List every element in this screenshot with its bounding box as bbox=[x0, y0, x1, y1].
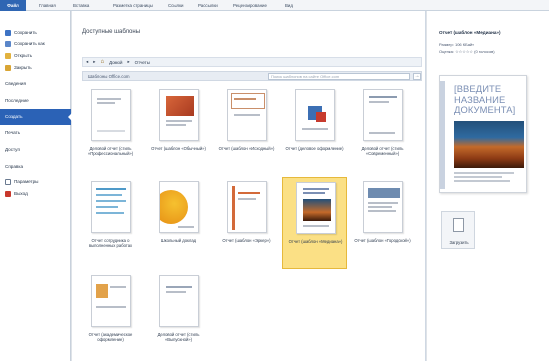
nav-label: Сохранить как bbox=[14, 41, 45, 46]
template-tile[interactable]: Деловой отчет (стиль «Современный») bbox=[350, 85, 415, 175]
preview-title: Отчет (шаблон «Медиана») bbox=[439, 30, 501, 35]
template-tile[interactable]: Деловой отчет (стиль «Профессиональный») bbox=[78, 85, 143, 175]
source-label: Шаблоны Office.com bbox=[88, 73, 130, 79]
template-grid: Деловой отчет (стиль «Профессиональный»)… bbox=[72, 85, 426, 361]
template-tile[interactable]: Отчет (шаблон «Городской») bbox=[350, 177, 415, 267]
template-thumbnail bbox=[363, 89, 403, 141]
close-doc-icon bbox=[5, 65, 11, 71]
download-button[interactable]: Загрузить bbox=[441, 211, 475, 249]
tab-home[interactable]: Главная bbox=[36, 2, 59, 10]
preview-size: Размер: 106 КБайт bbox=[439, 42, 475, 47]
template-caption: Деловой отчет (стиль «Современный») bbox=[361, 146, 404, 157]
template-tile-selected[interactable]: Отчет (шаблон «Медиана») bbox=[282, 177, 347, 269]
exit-icon bbox=[5, 191, 11, 197]
tab-file[interactable]: Файл bbox=[0, 0, 26, 11]
nav-label: Выход bbox=[14, 191, 28, 196]
nav-close[interactable]: Закрыть bbox=[0, 63, 71, 73]
template-caption: Отчет (шаблон «Обычный») bbox=[151, 146, 206, 151]
template-tile[interactable]: Деловой отчет (стиль «Выпускной») bbox=[146, 271, 211, 361]
nav-help[interactable]: Справка bbox=[0, 162, 71, 172]
office-search-bar: Шаблоны Office.com Поиск шаблонов на сай… bbox=[82, 71, 422, 81]
template-caption: Школьный доклад bbox=[160, 238, 197, 243]
templates-panel: Доступные шаблоны ◂ ▸ ⌂ Домой ▸ Отчеты Ш… bbox=[72, 11, 426, 361]
tab-mailings[interactable]: Рассылки bbox=[195, 2, 221, 10]
template-tile[interactable]: Отчет сотрудника о выполненных работах bbox=[78, 177, 143, 267]
breadcrumb-separator: ▸ bbox=[127, 59, 130, 64]
preview-image bbox=[454, 121, 524, 168]
preview-heading: [ВВЕДИТЕ НАЗВАНИЕ ДОКУМЕНТА] bbox=[454, 83, 516, 115]
template-caption: Отчет (шаблон «Исходный») bbox=[218, 146, 275, 151]
nav-label: Сохранить bbox=[14, 30, 37, 35]
save-icon bbox=[5, 30, 11, 36]
nav-info[interactable]: Сведения bbox=[0, 79, 71, 89]
nav-label: Открыть bbox=[14, 53, 33, 58]
breadcrumb-home[interactable]: Домой bbox=[109, 60, 122, 65]
document-icon bbox=[453, 218, 464, 232]
template-tile[interactable]: Отчет (шаблон «Эркер») bbox=[214, 177, 279, 267]
template-caption: Отчет (деловое оформление) bbox=[285, 146, 344, 151]
tab-insert[interactable]: Вставка bbox=[70, 2, 92, 10]
search-go-button[interactable]: → bbox=[413, 73, 421, 80]
template-thumbnail bbox=[159, 275, 199, 327]
template-thumbnail bbox=[227, 181, 267, 233]
page-title: Доступные шаблоны bbox=[82, 29, 141, 35]
template-thumbnail bbox=[363, 181, 403, 233]
save-as-icon bbox=[5, 41, 11, 47]
nav-save-as[interactable]: Сохранить как bbox=[0, 39, 71, 49]
template-caption: Отчет сотрудника о выполненных работах bbox=[88, 238, 133, 249]
template-thumbnail bbox=[91, 89, 131, 141]
nav-label: Закрыть bbox=[14, 65, 32, 70]
template-caption: Отчет (шаблон «Медиана») bbox=[288, 239, 343, 244]
preview-page-sidebar bbox=[440, 81, 445, 189]
nav-share[interactable]: Доступ bbox=[0, 145, 71, 155]
template-preview-panel: Отчет (шаблон «Медиана») Размер: 106 КБа… bbox=[427, 11, 549, 361]
template-caption: Деловой отчет (стиль «Профессиональный») bbox=[87, 146, 134, 157]
nav-new[interactable]: Создать bbox=[0, 109, 72, 125]
template-caption: Деловой отчет (стиль «Выпускной») bbox=[157, 332, 200, 343]
template-tile[interactable]: Школьный доклад bbox=[146, 177, 211, 267]
template-thumbnail bbox=[295, 89, 335, 141]
template-thumbnail bbox=[227, 89, 267, 141]
nav-print[interactable]: Печать bbox=[0, 128, 71, 138]
download-label: Загрузить bbox=[449, 240, 469, 245]
template-thumbnail bbox=[159, 89, 199, 141]
ribbon-tab-strip: Файл Главная Вставка Разметка страницы С… bbox=[0, 0, 549, 11]
template-tile[interactable]: Отчет (шаблон «Обычный») bbox=[146, 85, 211, 175]
template-caption: Отчет (шаблон «Городской») bbox=[354, 238, 411, 243]
forward-button[interactable]: ▸ bbox=[93, 59, 95, 65]
preview-rating[interactable]: Оценка: ☆☆☆☆☆ (0 голосов) bbox=[439, 49, 495, 54]
template-tile[interactable]: Отчет (шаблон «Исходный») bbox=[214, 85, 279, 175]
options-icon bbox=[5, 179, 11, 185]
preview-page: [ВВЕДИТЕ НАЗВАНИЕ ДОКУМЕНТА] bbox=[439, 75, 527, 193]
template-thumbnail bbox=[159, 181, 199, 233]
nav-save[interactable]: Сохранить bbox=[0, 28, 71, 38]
tab-page-layout[interactable]: Разметка страницы bbox=[110, 2, 156, 10]
tab-view[interactable]: Вид bbox=[282, 2, 296, 10]
template-thumbnail bbox=[91, 181, 131, 233]
template-thumbnail bbox=[91, 275, 131, 327]
breadcrumb: ◂ ▸ ⌂ Домой ▸ Отчеты bbox=[82, 57, 422, 67]
template-caption: Отчет (академическое оформление) bbox=[88, 332, 133, 343]
nav-options[interactable]: Параметры bbox=[0, 177, 71, 187]
nav-open[interactable]: Открыть bbox=[0, 51, 71, 61]
back-button[interactable]: ◂ bbox=[86, 59, 88, 65]
template-tile[interactable]: Отчет (деловое оформление) bbox=[282, 85, 347, 175]
nav-label: Параметры bbox=[14, 179, 39, 184]
backstage-nav: Сохранить Сохранить как Открыть Закрыть … bbox=[0, 11, 72, 361]
search-input[interactable]: Поиск шаблонов на сайте Office.com bbox=[268, 73, 410, 80]
breadcrumb-current[interactable]: Отчеты bbox=[135, 60, 150, 65]
home-icon[interactable]: ⌂ bbox=[100, 59, 104, 65]
template-thumbnail bbox=[296, 182, 336, 234]
template-tile[interactable]: Отчет (академическое оформление) bbox=[78, 271, 143, 361]
tab-review[interactable]: Рецензирование bbox=[230, 2, 270, 10]
nav-recent[interactable]: Последние bbox=[0, 96, 71, 106]
open-folder-icon bbox=[5, 53, 11, 59]
template-caption: Отчет (шаблон «Эркер») bbox=[222, 238, 271, 243]
nav-exit[interactable]: Выход bbox=[0, 189, 71, 199]
tab-references[interactable]: Ссылки bbox=[165, 2, 186, 10]
